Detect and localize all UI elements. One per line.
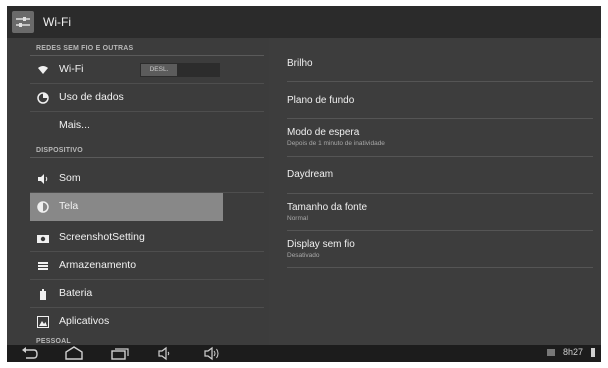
sidebar-item-label: Armazenamento bbox=[59, 259, 137, 271]
section-header-personal: PESSOAL bbox=[36, 338, 71, 345]
setting-wireless-display[interactable]: Display sem fio Desativado bbox=[287, 239, 593, 259]
sidebar-item-more[interactable]: Mais... bbox=[30, 112, 264, 140]
setting-summary: Depois de 1 minuto de inatividade bbox=[287, 140, 385, 147]
sidebar-item-label: Wi-Fi bbox=[59, 63, 84, 75]
status-area[interactable]: 8h27 bbox=[546, 347, 595, 358]
clock: 8h27 bbox=[562, 347, 583, 357]
section-divider bbox=[30, 157, 264, 158]
setting-title: Brilho bbox=[287, 58, 313, 69]
sidebar-item-sound[interactable]: Som bbox=[30, 165, 264, 193]
system-navigation-bar: 8h27 bbox=[7, 345, 601, 362]
row-divider bbox=[287, 267, 593, 268]
back-icon[interactable] bbox=[21, 346, 39, 361]
setting-title: Tamanho da fonte bbox=[287, 202, 368, 213]
wifi-toggle-state: DESL. bbox=[141, 64, 177, 76]
sidebar-item-label: Aplicativos bbox=[59, 315, 110, 327]
sidebar-item-data-usage[interactable]: Uso de dados bbox=[30, 84, 264, 112]
recent-apps-icon[interactable] bbox=[111, 346, 129, 361]
wifi-toggle[interactable]: DESL. bbox=[140, 63, 220, 77]
row-divider bbox=[287, 81, 593, 82]
section-header-device: DISPOSITIVO bbox=[36, 147, 83, 154]
camera-icon bbox=[37, 232, 49, 244]
settings-sidebar: REDES SEM FIO E OUTRAS Wi-Fi DESL. Uso d… bbox=[7, 38, 269, 345]
sidebar-item-battery[interactable]: Bateria bbox=[30, 280, 264, 308]
setting-title: Plano de fundo bbox=[287, 95, 355, 106]
sidebar-item-label: Mais... bbox=[59, 119, 90, 131]
notification-icon bbox=[546, 349, 555, 357]
sidebar-item-screenshot[interactable]: ScreenshotSetting bbox=[30, 224, 264, 252]
action-bar: Wi-Fi bbox=[7, 6, 601, 38]
speaker-icon bbox=[37, 173, 49, 185]
volume-down-icon[interactable] bbox=[157, 346, 173, 361]
wifi-icon bbox=[37, 64, 49, 76]
row-divider bbox=[287, 118, 593, 119]
setting-summary: Desativado bbox=[287, 252, 320, 259]
battery-status-icon bbox=[591, 348, 595, 358]
battery-icon bbox=[37, 288, 49, 300]
setting-wallpaper[interactable]: Plano de fundo bbox=[287, 95, 593, 106]
setting-sleep[interactable]: Modo de espera Depois de 1 minuto de ina… bbox=[287, 127, 593, 147]
settings-sliders-icon[interactable] bbox=[12, 11, 34, 33]
row-divider bbox=[287, 230, 593, 231]
sidebar-item-label: Tela bbox=[59, 200, 79, 212]
apps-icon bbox=[37, 316, 49, 328]
display-settings-panel: Brilho Plano de fundo Modo de espera Dep… bbox=[269, 38, 601, 345]
sidebar-item-apps[interactable]: Aplicativos bbox=[30, 308, 264, 336]
home-icon[interactable] bbox=[64, 346, 84, 361]
setting-daydream[interactable]: Daydream bbox=[287, 169, 593, 180]
brightness-icon bbox=[37, 201, 49, 213]
row-divider bbox=[287, 156, 593, 157]
setting-title: Display sem fio bbox=[287, 239, 355, 250]
section-header-wireless: REDES SEM FIO E OUTRAS bbox=[36, 45, 134, 52]
setting-font-size[interactable]: Tamanho da fonte Normal bbox=[287, 202, 593, 222]
sidebar-item-storage[interactable]: Armazenamento bbox=[30, 252, 264, 280]
setting-title: Modo de espera bbox=[287, 127, 360, 138]
sidebar-item-label: ScreenshotSetting bbox=[59, 231, 145, 243]
setting-title: Daydream bbox=[287, 169, 334, 180]
storage-icon bbox=[37, 260, 49, 272]
row-divider bbox=[287, 193, 593, 194]
sidebar-item-label: Uso de dados bbox=[59, 91, 124, 103]
setting-brightness[interactable]: Brilho bbox=[287, 58, 593, 69]
page-title: Wi-Fi bbox=[43, 15, 71, 29]
sidebar-item-display[interactable]: Tela bbox=[30, 193, 223, 221]
data-usage-icon bbox=[37, 92, 49, 104]
sidebar-item-label: Bateria bbox=[59, 287, 93, 299]
volume-up-icon[interactable] bbox=[203, 346, 223, 361]
sidebar-item-label: Som bbox=[59, 172, 81, 184]
sidebar-item-wifi[interactable]: Wi-Fi DESL. bbox=[30, 56, 264, 84]
tablet-screen: Wi-Fi REDES SEM FIO E OUTRAS Wi-Fi DESL.… bbox=[7, 6, 601, 362]
setting-summary: Normal bbox=[287, 215, 308, 222]
